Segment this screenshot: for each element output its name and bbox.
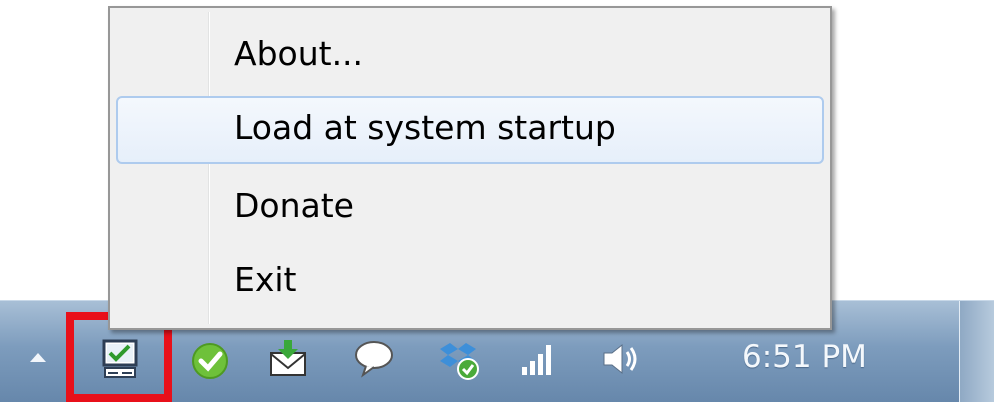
screen: 6:51 PM About... Load at system startup … [0, 0, 994, 402]
show-desktop-button[interactable] [959, 301, 994, 402]
menu-item-label: About... [234, 34, 364, 73]
volume-icon[interactable] [598, 337, 642, 381]
menu-item-about[interactable]: About... [116, 22, 824, 90]
speech-bubble-icon[interactable] [352, 337, 396, 381]
green-check-icon[interactable] [188, 337, 232, 381]
clock[interactable]: 6:51 PM [742, 339, 867, 375]
dropbox-icon[interactable] [436, 337, 480, 381]
menu-item-label: Exit [234, 260, 297, 299]
menu-item-exit[interactable]: Exit [116, 248, 824, 316]
show-hidden-icons-arrow-icon[interactable] [30, 353, 46, 362]
menu-item-label: Donate [234, 186, 354, 225]
menu-item-donate[interactable]: Donate [116, 174, 824, 242]
menu-item-label: Load at system startup [234, 108, 616, 147]
network-signal-icon[interactable] [516, 337, 560, 381]
menu-item-load-at-startup[interactable]: Load at system startup [116, 96, 824, 164]
mail-download-icon[interactable] [266, 337, 310, 381]
context-menu: About... Load at system startup Donate E… [108, 6, 832, 330]
